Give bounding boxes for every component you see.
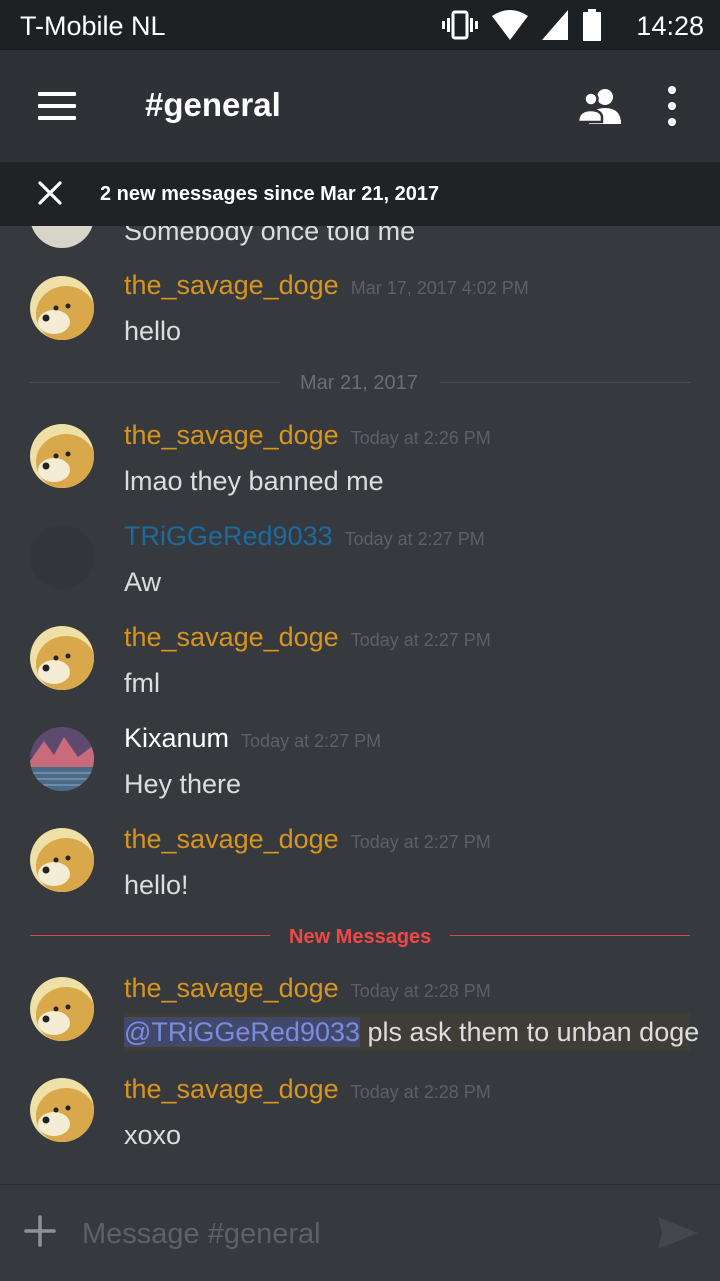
close-icon[interactable]: [36, 179, 64, 207]
status-icons: [442, 9, 602, 41]
message-text: Hey there: [124, 769, 242, 799]
message-timestamp: Today at 2:27 PM: [241, 731, 382, 751]
message-author[interactable]: the_savage_doge Today at 2:28 PM: [124, 973, 491, 1004]
message-text: hello: [124, 316, 182, 346]
doge-avatar[interactable]: [30, 1078, 94, 1142]
carrier-label: T-Mobile NL: [20, 11, 166, 41]
message-text: Aw: [124, 567, 162, 597]
kixanum-avatar[interactable]: [30, 727, 94, 791]
battery-icon: [583, 9, 601, 41]
message-timestamp: Today at 2:27 PM: [344, 529, 485, 549]
divider-line: [440, 382, 690, 383]
divider-line: [450, 935, 690, 936]
plus-icon[interactable]: [24, 1215, 56, 1247]
message-timestamp: Today at 2:28 PM: [350, 1082, 491, 1102]
message-timestamp: Today at 2:27 PM: [350, 832, 491, 852]
divider-line: [30, 382, 280, 383]
message-author[interactable]: the_savage_doge Today at 2:27 PM: [124, 622, 491, 653]
message-text: fml: [124, 668, 160, 698]
user-mention[interactable]: @TRiGGeRed9033: [124, 1017, 361, 1047]
doge-avatar[interactable]: [30, 276, 94, 340]
signal-icon: [542, 10, 568, 40]
clock: 14:28: [636, 11, 704, 41]
more-icon[interactable]: [658, 84, 686, 128]
message-text: hello!: [124, 870, 189, 900]
message-author[interactable]: Kixanum Today at 2:27 PM: [124, 723, 381, 754]
doge-avatar[interactable]: [30, 626, 94, 690]
message-timestamp: Today at 2:26 PM: [350, 428, 491, 448]
doge-avatar[interactable]: [30, 424, 94, 488]
doge-avatar[interactable]: [30, 977, 94, 1041]
new-messages-banner[interactable]: 2 new messages since Mar 21, 2017: [0, 162, 720, 226]
message-list[interactable]: Somebody once told me the_savage_doge Mar…: [0, 226, 720, 1184]
message-text: Somebody once told me: [124, 226, 416, 246]
doge-avatar[interactable]: [30, 828, 94, 892]
message-text: @TRiGGeRed9033 pls ask them to unban dog…: [124, 1017, 700, 1047]
divider-line: [30, 935, 270, 936]
members-icon[interactable]: [576, 86, 624, 126]
message-author[interactable]: TRiGGeRed9033 Today at 2:27 PM: [124, 521, 485, 552]
avatar[interactable]: [30, 525, 94, 589]
message-composer: [0, 1184, 720, 1281]
message-timestamp: Today at 2:27 PM: [350, 630, 491, 650]
message-author[interactable]: the_savage_doge Mar 17, 2017 4:02 PM: [124, 270, 529, 301]
status-bar: T-Mobile NL 14:28: [0, 0, 720, 50]
send-icon[interactable]: [656, 1215, 700, 1251]
banner-text: 2 new messages since Mar 21, 2017: [100, 183, 440, 205]
date-divider: Mar 21, 2017: [300, 372, 418, 394]
message-input[interactable]: [80, 1211, 644, 1257]
message-text: lmao they banned me: [124, 466, 384, 496]
message-timestamp: Mar 17, 2017 4:02 PM: [350, 278, 529, 298]
message-author[interactable]: the_savage_doge Today at 2:26 PM: [124, 420, 491, 451]
message-text: xoxo: [124, 1120, 182, 1150]
menu-icon[interactable]: [38, 92, 76, 120]
message-timestamp: Today at 2:28 PM: [350, 981, 491, 1001]
new-messages-divider: New Messages: [289, 926, 432, 948]
wifi-icon: [492, 10, 528, 40]
vibrate-icon: [442, 10, 478, 40]
channel-title: #general: [145, 86, 281, 123]
message-author[interactable]: the_savage_doge Today at 2:27 PM: [124, 824, 491, 855]
avatar: [30, 226, 94, 248]
app-bar: #general: [0, 50, 720, 162]
message-author[interactable]: the_savage_doge Today at 2:28 PM: [124, 1074, 491, 1105]
